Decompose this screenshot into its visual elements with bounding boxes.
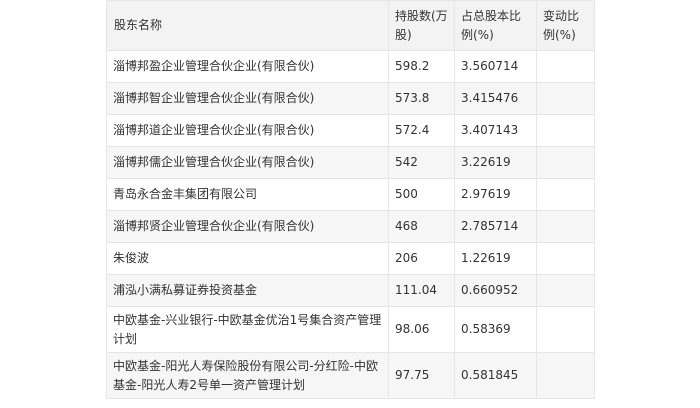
table-row: 浦泓小满私募证券投资基金 111.04 0.660952 [106,274,595,307]
cell-ratio: 1.22619 [454,242,537,275]
cell-shares: 572.4 [388,114,455,147]
cell-change [536,242,595,275]
table-row: 青岛永合金丰集团有限公司 500 2.97619 [106,178,595,211]
cell-name: 青岛永合金丰集团有限公司 [106,178,389,211]
header-ratio: 占总股本比例(%) [454,0,537,51]
cell-ratio: 3.415476 [454,82,537,115]
cell-change [536,352,595,399]
cell-shares: 97.75 [388,352,455,399]
cell-ratio: 3.407143 [454,114,537,147]
cell-change [536,50,595,83]
table-row: 淄博邦盈企业管理合伙企业(有限合伙) 598.2 3.560714 [106,50,595,83]
cell-ratio: 2.97619 [454,178,537,211]
cell-name: 朱俊波 [106,242,389,275]
shareholder-table-container: 股东名称 持股数(万股) 占总股本比例(%) 变动比例(%) 淄博邦盈企业管理合… [106,0,595,399]
cell-shares: 500 [388,178,455,211]
cell-shares: 598.2 [388,50,455,83]
cell-shares: 111.04 [388,274,455,307]
table-row: 淄博邦儒企业管理合伙企业(有限合伙) 542 3.22619 [106,146,595,179]
cell-ratio: 0.660952 [454,274,537,307]
cell-change [536,178,595,211]
table-row: 淄博邦智企业管理合伙企业(有限合伙) 573.8 3.415476 [106,82,595,115]
cell-shares: 573.8 [388,82,455,115]
cell-name: 淄博邦道企业管理合伙企业(有限合伙) [106,114,389,147]
table-row: 中欧基金-兴业银行-中欧基金优治1号集合资产管理计划 98.06 0.58369 [106,306,595,353]
cell-ratio: 2.785714 [454,210,537,243]
table-row: 朱俊波 206 1.22619 [106,242,595,275]
cell-change [536,82,595,115]
cell-change [536,114,595,147]
cell-name: 中欧基金-阳光人寿保险股份有限公司-分红险-中欧基金-阳光人寿2号单一资产管理计… [106,352,389,399]
cell-shares: 98.06 [388,306,455,353]
cell-change [536,210,595,243]
table-header-row: 股东名称 持股数(万股) 占总股本比例(%) 变动比例(%) [106,0,595,51]
cell-change [536,274,595,307]
table-row: 淄博邦道企业管理合伙企业(有限合伙) 572.4 3.407143 [106,114,595,147]
cell-shares: 468 [388,210,455,243]
cell-name: 淄博邦儒企业管理合伙企业(有限合伙) [106,146,389,179]
cell-name: 浦泓小满私募证券投资基金 [106,274,389,307]
cell-name: 淄博邦智企业管理合伙企业(有限合伙) [106,82,389,115]
cell-ratio: 3.560714 [454,50,537,83]
cell-ratio: 0.581845 [454,352,537,399]
cell-change [536,306,595,353]
cell-ratio: 0.58369 [454,306,537,353]
header-shareholder-name: 股东名称 [106,0,389,51]
cell-name: 中欧基金-兴业银行-中欧基金优治1号集合资产管理计划 [106,306,389,353]
header-shares: 持股数(万股) [388,0,455,51]
table-row: 淄博邦贤企业管理合伙企业(有限合伙) 468 2.785714 [106,210,595,243]
cell-name: 淄博邦贤企业管理合伙企业(有限合伙) [106,210,389,243]
cell-shares: 542 [388,146,455,179]
header-change: 变动比例(%) [536,0,595,51]
table-row: 中欧基金-阳光人寿保险股份有限公司-分红险-中欧基金-阳光人寿2号单一资产管理计… [106,352,595,399]
cell-ratio: 3.22619 [454,146,537,179]
cell-shares: 206 [388,242,455,275]
cell-name: 淄博邦盈企业管理合伙企业(有限合伙) [106,50,389,83]
cell-change [536,146,595,179]
shareholder-table: 股东名称 持股数(万股) 占总股本比例(%) 变动比例(%) 淄博邦盈企业管理合… [106,0,595,399]
